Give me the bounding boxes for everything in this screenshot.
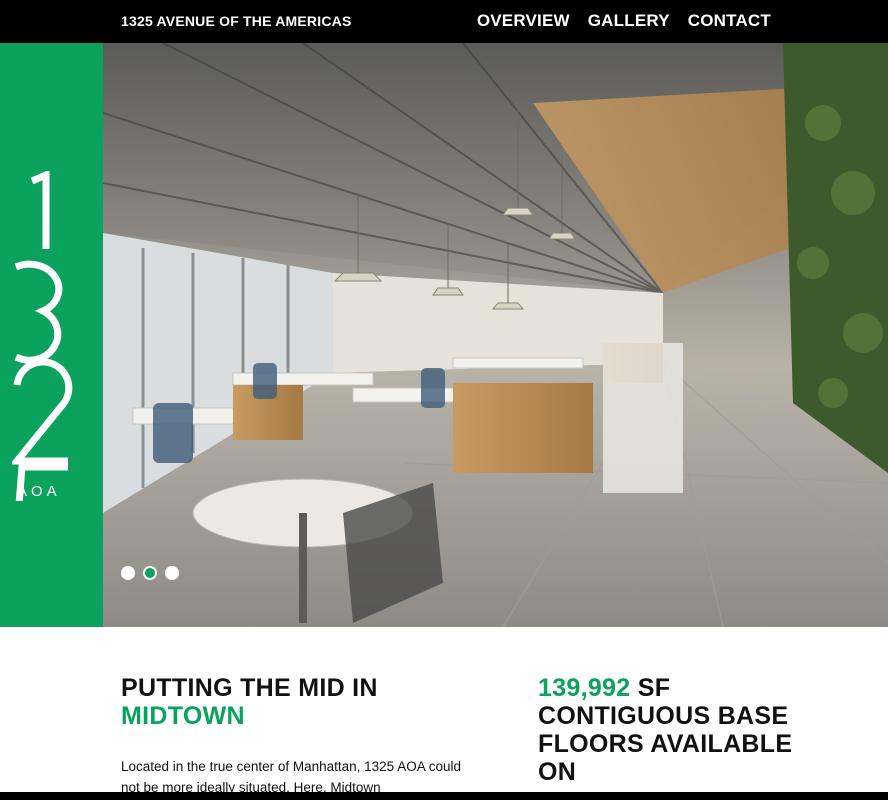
office-interior-photo [103, 43, 888, 627]
site-title[interactable]: 1325 AVENUE OF THE AMERICAS [121, 13, 351, 29]
intro-section: PUTTING THE MID IN MIDTOWN Located in th… [0, 627, 888, 800]
brand-logo-1325 [12, 171, 73, 501]
slide-dot-2[interactable] [143, 566, 157, 580]
brand-sidebar: AOA [0, 43, 103, 627]
headline-line-2: MIDTOWN [121, 702, 245, 730]
bottom-edge-bar [0, 792, 888, 800]
floor-stat-headline: 139,992 SF CONTIGUOUS BASE FLOORS AVAILA… [538, 674, 798, 786]
stat-number: 139,992 [538, 674, 631, 702]
slide-dot-3[interactable] [165, 566, 179, 580]
hero-slideshow[interactable] [103, 43, 888, 627]
main-nav: OVERVIEW GALLERY CONTACT [477, 11, 771, 31]
top-navigation-bar: 1325 AVENUE OF THE AMERICAS OVERVIEW GAL… [0, 0, 888, 43]
brand-sub-aoa: AOA [17, 483, 61, 500]
headline-line-1: PUTTING THE MID IN [121, 674, 378, 702]
nav-overview-link[interactable]: OVERVIEW [477, 11, 570, 31]
nav-contact-link[interactable]: CONTACT [688, 11, 771, 31]
nav-gallery-link[interactable]: GALLERY [588, 11, 670, 31]
slide-dot-1[interactable] [121, 566, 135, 580]
slideshow-dots [121, 566, 179, 580]
section-headline: PUTTING THE MID IN MIDTOWN [121, 674, 441, 730]
